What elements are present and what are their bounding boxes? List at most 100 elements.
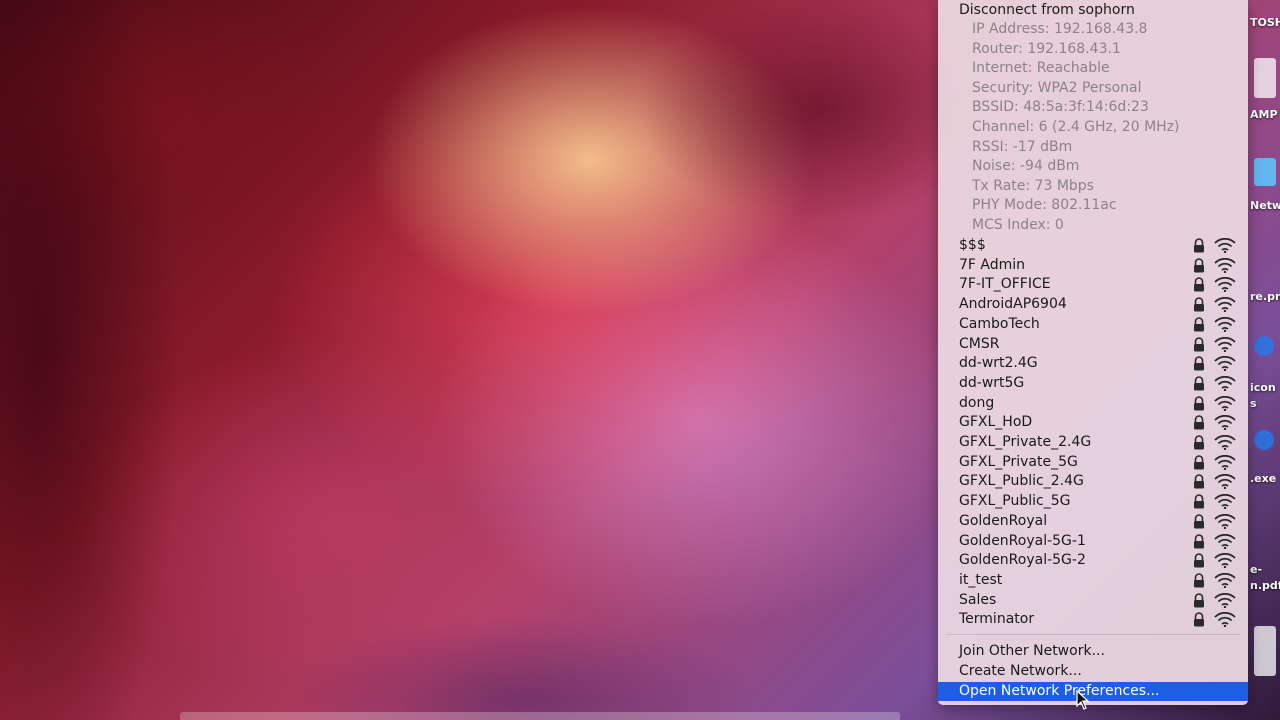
wifi-menu: Disconnect from sophorn IP Address: 192.… — [938, 0, 1248, 705]
connection-detail-row: Tx Rate: 73 Mbps — [938, 177, 1248, 196]
connection-detail-row: Channel: 6 (2.4 GHz, 20 MHz) — [938, 118, 1248, 137]
network-name: GFXL_Public_5G — [959, 493, 1071, 510]
network-item[interactable]: GFXL_Public_2.4G — [938, 472, 1248, 491]
lock-icon — [1194, 415, 1204, 430]
network-item[interactable]: Terminator — [938, 610, 1248, 629]
wifi-signal-icon — [1214, 612, 1236, 628]
connection-detail-row: RSSI: -17 dBm — [938, 138, 1248, 157]
network-name: Sales — [959, 591, 997, 608]
wifi-signal-icon — [1214, 415, 1236, 431]
network-item[interactable]: AndroidAP6904 — [938, 295, 1248, 314]
lock-icon — [1194, 376, 1204, 391]
network-item[interactable]: dong — [938, 394, 1248, 413]
lock-icon — [1194, 454, 1204, 470]
open-network-preferences-item[interactable]: Open Network Preferences... — [938, 682, 1248, 701]
network-item[interactable]: GFXL_Private_2.4G — [938, 433, 1248, 452]
network-item[interactable]: GFXL_Private_5G — [938, 453, 1248, 472]
connection-detail-row: Internet: Reachable — [938, 59, 1248, 78]
network-item[interactable]: GoldenRoyal-5G-1 — [938, 532, 1248, 551]
join-other-network-label: Join Other Network... — [959, 643, 1105, 659]
network-item[interactable]: GFXL_Public_5G — [938, 492, 1248, 511]
desktop-icon-label[interactable]: TOSH — [1250, 16, 1280, 29]
wifi-signal-icon — [1214, 454, 1236, 470]
lock-icon — [1194, 257, 1204, 273]
create-network-item[interactable]: Create Network... — [938, 662, 1248, 681]
connection-detail-text: Security: WPA2 Personal — [972, 79, 1142, 96]
disconnect-label: Disconnect from sophorn — [959, 2, 1135, 18]
network-item[interactable]: it_test — [938, 571, 1248, 590]
network-name: $$$ — [959, 237, 986, 253]
wifi-signal-icon — [1214, 592, 1236, 608]
lock-icon — [1194, 553, 1204, 568]
connection-detail-text: PHY Mode: 802.11ac — [972, 197, 1117, 214]
network-item[interactable]: GoldenRoyal — [938, 512, 1248, 531]
connection-detail-row: Noise: -94 dBm — [938, 157, 1248, 176]
menu-separator — [946, 634, 1240, 635]
desktop-icon-label[interactable]: .exe — [1250, 472, 1280, 485]
wifi-signal-icon — [1214, 513, 1236, 529]
desktop-icons-column: TOSH AMP Netw re.pn icon s .exe e- n.pdf — [1250, 0, 1280, 720]
desktop-app-icon[interactable] — [1254, 336, 1274, 356]
lock-icon — [1194, 336, 1204, 351]
wifi-signal-icon — [1214, 375, 1236, 391]
wifi-signal-icon — [1214, 297, 1236, 313]
lock-icon — [1194, 474, 1204, 489]
wifi-signal-icon — [1214, 316, 1236, 332]
network-item[interactable]: CamboTech — [938, 315, 1248, 334]
network-item[interactable]: CMSR — [938, 335, 1248, 354]
wifi-signal-icon — [1214, 238, 1236, 253]
desktop-icon-label[interactable]: e- — [1250, 563, 1280, 576]
desktop-icon-label[interactable]: icon — [1250, 381, 1280, 394]
network-name: 7F-IT_OFFICE — [959, 276, 1051, 293]
connection-detail-row: Security: WPA2 Personal — [938, 79, 1248, 98]
wifi-signal-icon — [1214, 494, 1236, 510]
lock-icon — [1194, 435, 1204, 450]
network-item[interactable]: 7F Admin — [938, 256, 1248, 275]
wifi-signal-icon — [1214, 474, 1236, 490]
desktop-icon-label[interactable]: n.pdf — [1250, 579, 1280, 592]
connection-detail-text: RSSI: -17 dBm — [972, 138, 1073, 155]
network-name: dd-wrt2.4G — [959, 355, 1038, 372]
network-name: CamboTech — [959, 315, 1040, 332]
network-name: GoldenRoyal-5G-2 — [959, 552, 1086, 569]
desktop-app-icon[interactable] — [1254, 430, 1274, 450]
network-item[interactable]: Sales — [938, 591, 1248, 610]
connection-detail-text: MCS Index: 0 — [972, 217, 1064, 233]
wifi-signal-icon — [1214, 435, 1236, 450]
network-name: GFXL_Public_2.4G — [959, 473, 1084, 490]
desktop-file-icon[interactable] — [1254, 626, 1276, 676]
desktop-folder-icon[interactable] — [1254, 158, 1276, 186]
network-name: GFXL_HoD — [959, 414, 1033, 431]
lock-icon — [1194, 395, 1204, 411]
network-name: dong — [959, 394, 995, 411]
desktop-icon-label[interactable]: re.pn — [1250, 290, 1280, 303]
wifi-signal-icon — [1214, 553, 1236, 569]
connection-detail-row: IP Address: 192.168.43.8 — [938, 20, 1248, 39]
connection-detail-text: Router: 192.168.43.1 — [972, 40, 1121, 57]
disconnect-menu-item[interactable]: Disconnect from sophorn — [938, 1, 1248, 20]
network-item[interactable]: dd-wrt5G — [938, 374, 1248, 393]
desktop-icon-label[interactable]: Netw — [1250, 199, 1280, 212]
connection-detail-row: Router: 192.168.43.1 — [938, 40, 1248, 59]
network-item[interactable]: GFXL_HoD — [938, 413, 1248, 432]
network-item[interactable]: $$$ — [938, 236, 1248, 255]
join-other-network-item[interactable]: Join Other Network... — [938, 642, 1248, 661]
connection-detail-row: MCS Index: 0 — [938, 216, 1248, 235]
wifi-signal-icon — [1214, 572, 1236, 588]
lock-icon — [1194, 494, 1204, 509]
lock-icon — [1194, 592, 1204, 608]
lock-icon — [1194, 533, 1204, 548]
network-item[interactable]: 7F-IT_OFFICE — [938, 275, 1248, 294]
network-name: Terminator — [959, 611, 1035, 628]
wifi-signal-icon — [1214, 277, 1236, 293]
desktop-icon-label[interactable]: s — [1250, 397, 1280, 410]
desktop-file-icon[interactable] — [1254, 58, 1276, 98]
connection-detail-text: Tx Rate: 73 Mbps — [972, 177, 1094, 194]
desktop-icon-label[interactable]: AMP — [1250, 108, 1280, 121]
lock-icon — [1194, 317, 1204, 332]
network-name: 7F Admin — [959, 256, 1026, 273]
network-name: GoldenRoyal — [959, 512, 1048, 529]
wifi-signal-icon — [1214, 336, 1236, 352]
network-item[interactable]: GoldenRoyal-5G-2 — [938, 551, 1248, 570]
network-item[interactable]: dd-wrt2.4G — [938, 354, 1248, 373]
